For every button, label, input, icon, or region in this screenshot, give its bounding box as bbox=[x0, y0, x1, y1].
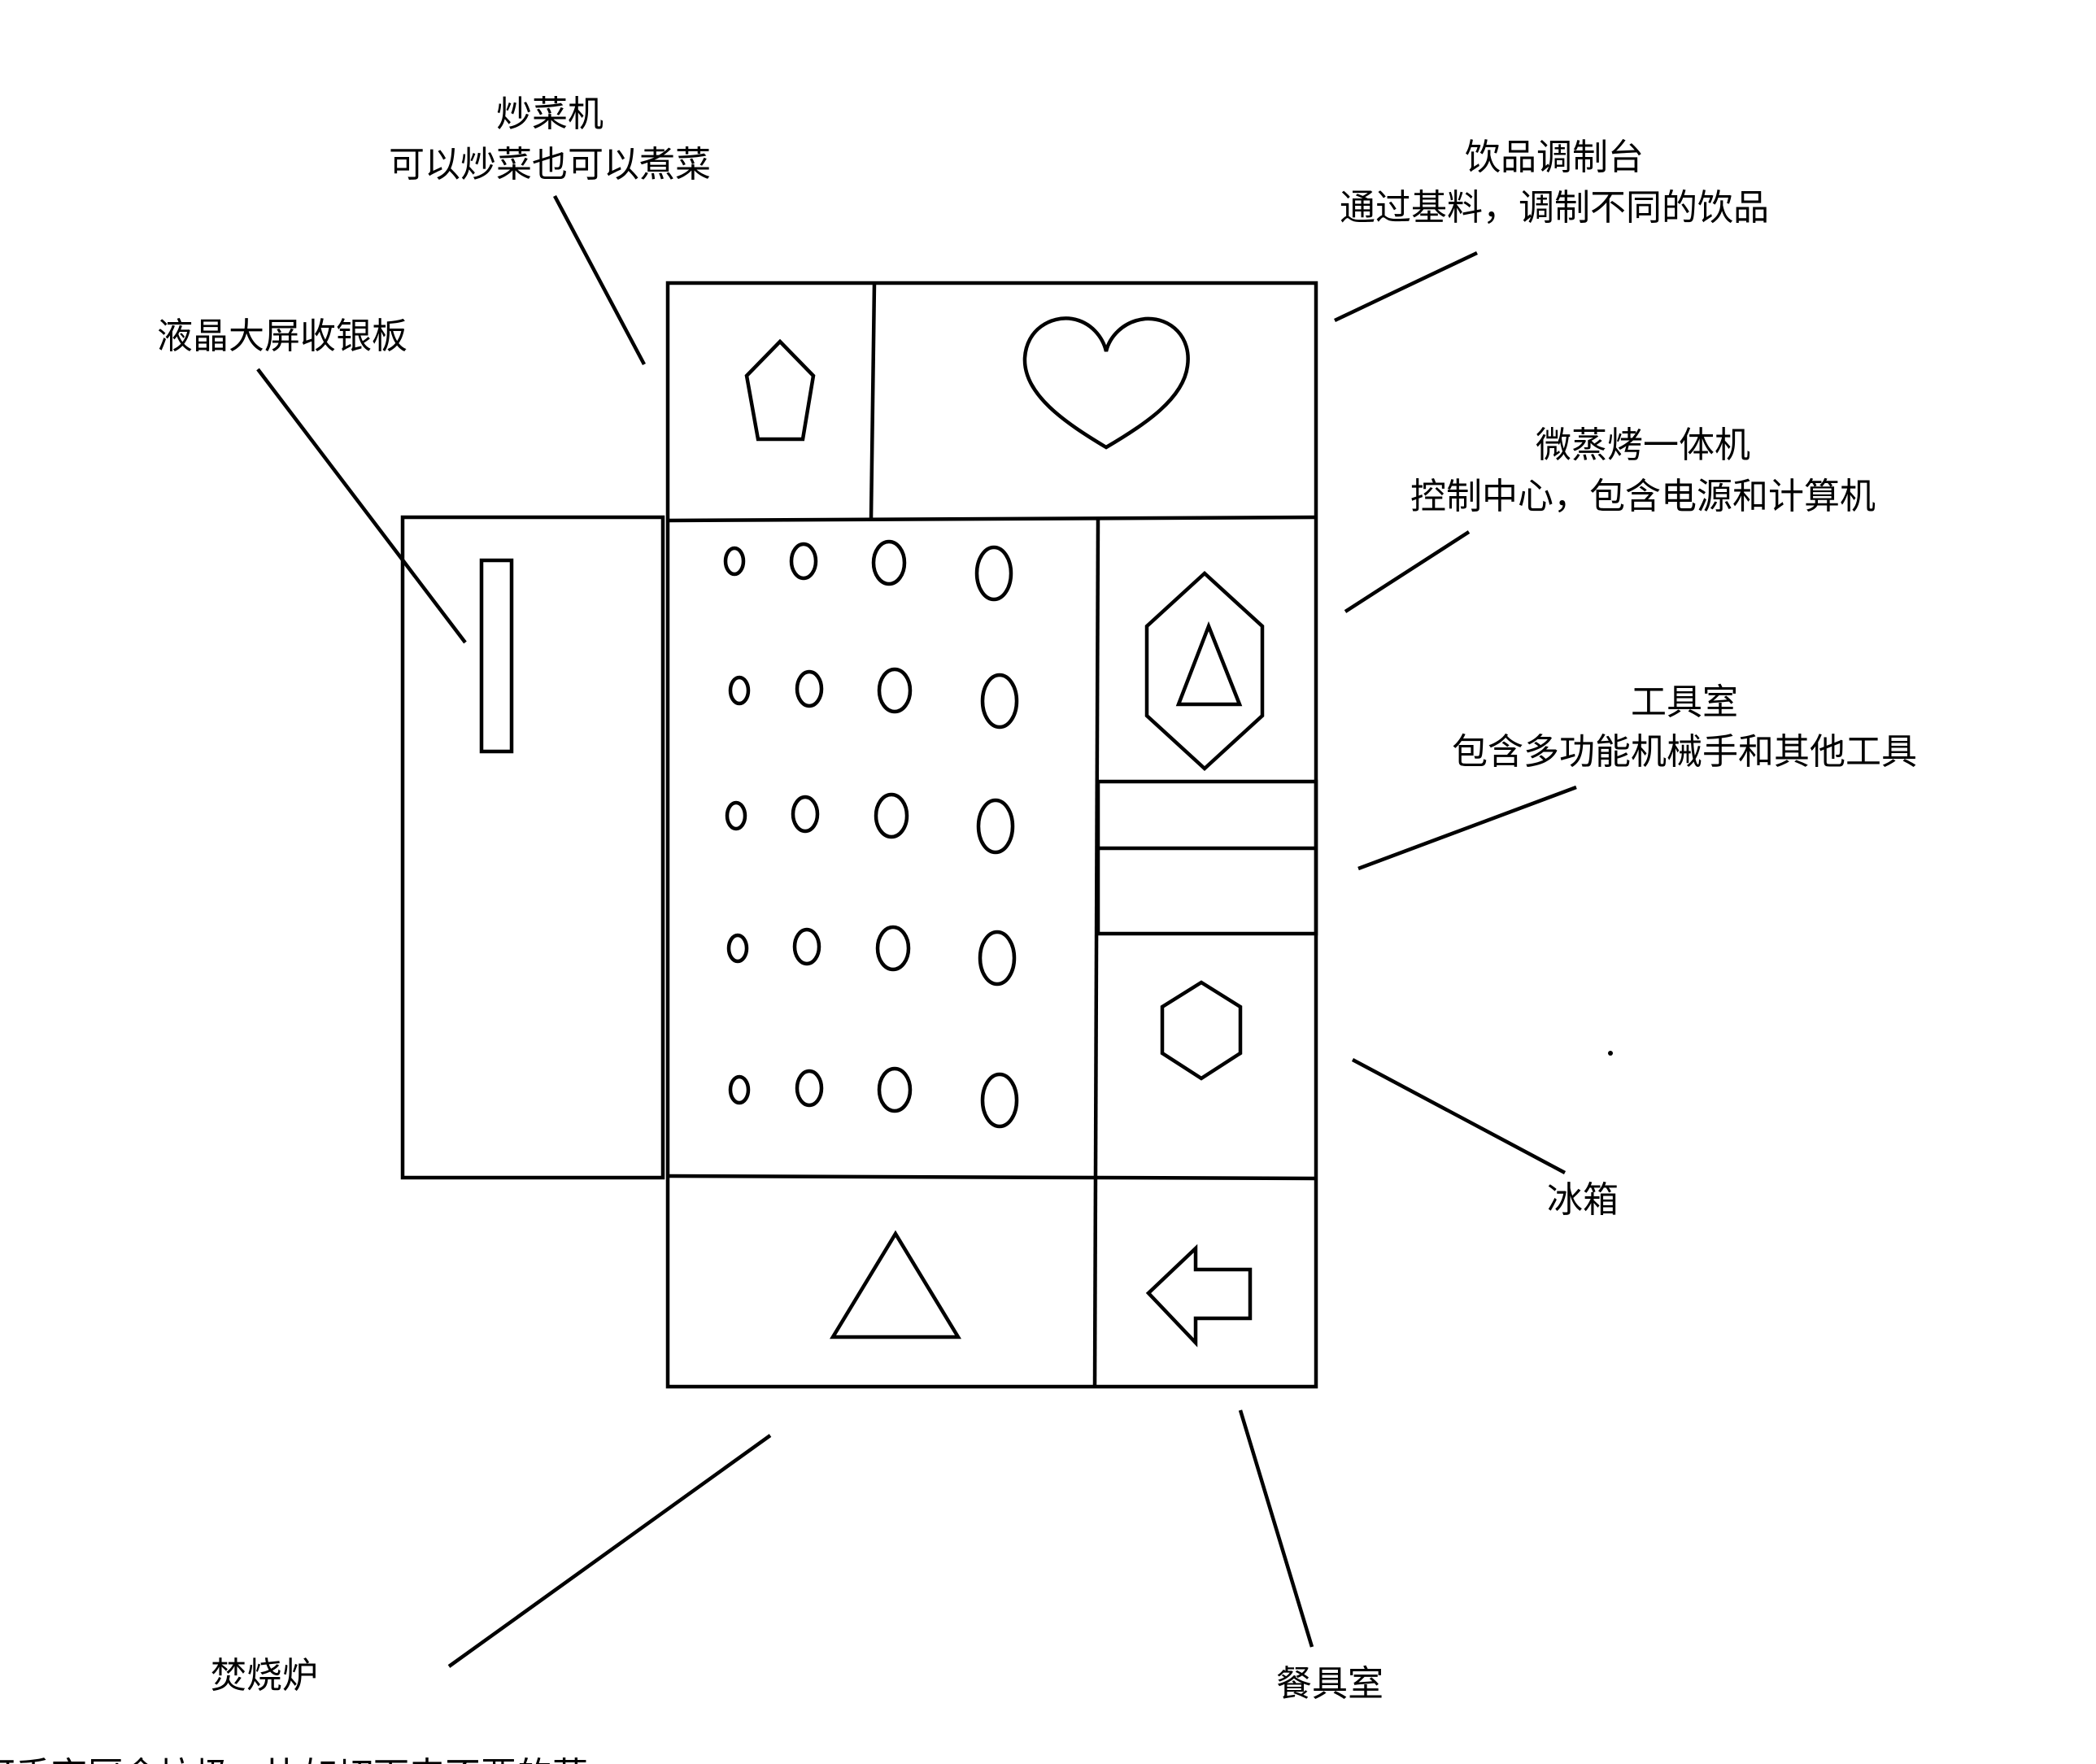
divider-bottom bbox=[667, 1174, 1317, 1181]
incinerator-desc: 可手弃厨余垃圾，比如切下来不要的菜 bbox=[0, 1755, 588, 1764]
hexagon-icon bbox=[1160, 980, 1243, 1081]
layout-blocks bbox=[400, 281, 1318, 1389]
pentagon-icon bbox=[744, 338, 816, 442]
divider-top bbox=[667, 515, 1317, 523]
tool-room-title: 工具室 bbox=[1631, 682, 1738, 723]
leader-incinerator bbox=[447, 1434, 772, 1668]
combi-oven-title: 微蒸烤一体机 bbox=[1536, 425, 1750, 466]
drink-station-title: 饮品调制台 bbox=[1465, 137, 1644, 178]
leader-drink-station bbox=[1334, 250, 1478, 323]
screen-slot-icon bbox=[479, 558, 514, 754]
leader-fridge bbox=[1351, 1058, 1567, 1174]
tool-room-drawer bbox=[1096, 779, 1318, 936]
leader-stir-fry-machine bbox=[553, 194, 646, 366]
divider-top-vertical bbox=[869, 282, 877, 520]
drink-station-desc: 通过基料，调制不同的饮品 bbox=[1340, 187, 1769, 229]
combi-oven-desc: 控制中心，包含电源和计算机 bbox=[1410, 476, 1876, 517]
main-unit-outline bbox=[665, 281, 1318, 1389]
lcd-cashier-title: 液晶大屏收银板 bbox=[157, 316, 407, 357]
leader-lines bbox=[256, 194, 1577, 1668]
stir-fry-machine-title: 炒菜机 bbox=[496, 94, 604, 135]
leader-tableware-room bbox=[1238, 1409, 1314, 1648]
triangle-icon bbox=[830, 1230, 961, 1339]
stray-dot bbox=[1608, 1051, 1613, 1056]
arrow-left-icon bbox=[1145, 1244, 1253, 1348]
tableware-room-title: 餐具室 bbox=[1276, 1663, 1384, 1705]
leader-lcd-cashier bbox=[256, 368, 467, 644]
leader-tool-room bbox=[1357, 785, 1577, 871]
fridge-title: 冰箱 bbox=[1547, 1179, 1619, 1221]
tool-room-desc: 包含多功能机械手和其他工具 bbox=[1452, 731, 1917, 773]
hexagon-triangle-icon bbox=[1144, 570, 1265, 772]
divider-right-vertical bbox=[1092, 516, 1100, 1387]
kitchen-layout-diagram: 炒菜机 可以炒菜也可以煮菜 饮品调制台 通过基料，调制不同的饮品 液晶大屏收银板… bbox=[0, 94, 1917, 1764]
stir-fry-machine-desc: 可以炒菜也可以煮菜 bbox=[389, 144, 711, 185]
incinerator-title: 焚烧炉 bbox=[211, 1655, 318, 1696]
heart-icon bbox=[1022, 316, 1190, 450]
burner-dots-icon bbox=[723, 539, 1019, 1129]
lcd-cashier-panel bbox=[400, 515, 665, 1180]
leader-combi-oven bbox=[1344, 530, 1471, 613]
